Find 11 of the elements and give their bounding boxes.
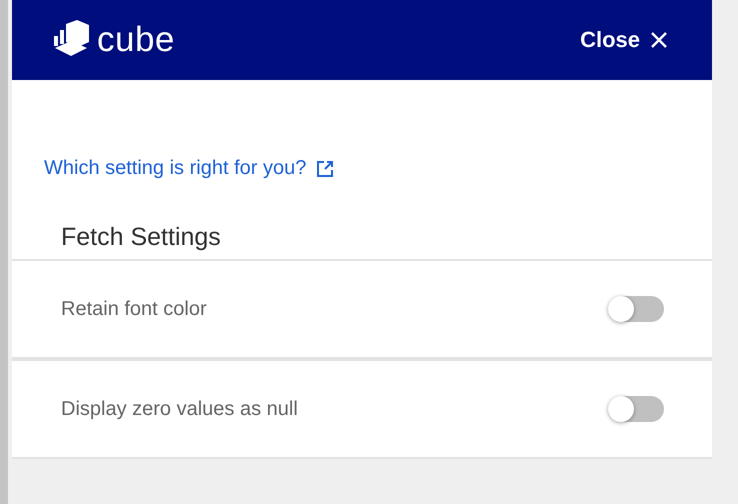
close-icon bbox=[650, 31, 668, 49]
logo-text: cube bbox=[97, 20, 175, 60]
toggle-switch[interactable] bbox=[608, 396, 664, 422]
toggle-switch[interactable] bbox=[608, 296, 664, 322]
scrollbar[interactable] bbox=[0, 0, 8, 504]
close-button[interactable]: Close bbox=[580, 27, 668, 53]
help-link[interactable]: Which setting is right for you? bbox=[44, 157, 334, 180]
setting-label: Display zero values as null bbox=[61, 398, 298, 420]
setting-label: Retain font color bbox=[61, 298, 207, 320]
external-link-icon bbox=[316, 160, 334, 178]
section-title: Fetch Settings bbox=[61, 223, 222, 253]
